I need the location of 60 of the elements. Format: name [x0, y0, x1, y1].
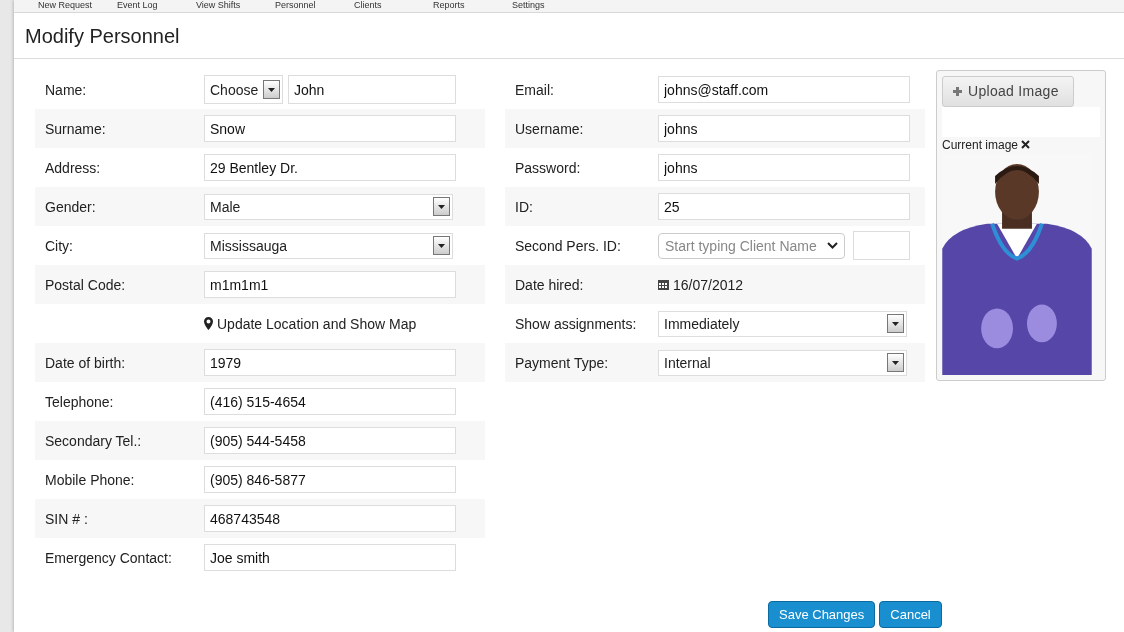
text-field[interactable]: John [288, 75, 456, 104]
text-field[interactable]: 468743548 [204, 505, 456, 532]
current-image-label: Current image [942, 137, 1019, 152]
map-link[interactable]: Update Location and Show Map [204, 315, 417, 332]
nav-link[interactable]: New Request [38, 0, 117, 12]
nav-link[interactable]: Reports [433, 0, 512, 12]
field-label: Gender: [45, 198, 97, 215]
chevron-down-icon[interactable] [827, 242, 838, 249]
text-field[interactable]: Snow [204, 115, 456, 142]
text-field[interactable]: m1m1m1 [204, 271, 456, 298]
nav-link[interactable]: Event Log [117, 0, 196, 12]
nav-link[interactable]: View Shifts [196, 0, 275, 12]
nav-link[interactable]: Personnel [275, 0, 354, 12]
nav-link[interactable]: Clients [354, 0, 433, 12]
text-field[interactable]: (905) 846-5877 [204, 466, 456, 493]
field-label: Password: [515, 159, 582, 176]
select-field[interactable]: Male [204, 193, 453, 220]
field-label: Address: [45, 159, 102, 176]
field-label: Postal Code: [45, 276, 127, 293]
field-label: Mobile Phone: [45, 471, 136, 488]
text-field[interactable] [853, 231, 910, 260]
field-label: Date hired: [515, 276, 585, 293]
text-field[interactable]: johns@staff.com [658, 76, 910, 103]
field-label: Second Pers. ID: [515, 237, 622, 254]
field-label: Surname: [45, 120, 107, 137]
field-label: Date of birth: [45, 354, 127, 371]
save-button[interactable]: Save Changes [768, 601, 876, 628]
text-field[interactable]: 29 Bentley Dr. [204, 154, 456, 181]
text-field[interactable]: Joe smith [204, 544, 456, 571]
field-label: Secondary Tel.: [45, 432, 143, 449]
upload-button[interactable]: Upload Image [942, 76, 1074, 107]
text-field[interactable]: johns [658, 154, 910, 181]
select-field[interactable]: Mississauga [204, 232, 453, 259]
map-pin-icon [204, 317, 213, 330]
plus-icon [953, 86, 962, 96]
field-label: Emergency Contact: [45, 549, 173, 566]
page-title: Modify Personnel [14, 13, 1124, 59]
cancel-button[interactable]: Cancel [879, 601, 942, 628]
field-label: Telephone: [45, 393, 115, 410]
close-icon[interactable] [1021, 140, 1031, 150]
title-select[interactable]: Choose [204, 75, 283, 104]
field-label: Email: [515, 81, 555, 98]
text-field[interactable]: 1979 [204, 349, 456, 376]
date-value: 16/07/2012 [673, 276, 744, 293]
select-field[interactable]: Immediately [658, 310, 907, 337]
field-label: Payment Type: [515, 354, 610, 371]
text-field[interactable]: johns [658, 115, 910, 142]
field-label: Name: [45, 81, 88, 98]
field-label: ID: [515, 198, 534, 215]
field-label: SIN # : [45, 510, 89, 527]
client-combo[interactable]: Start typing Client Name [658, 232, 845, 259]
field-label: City: [45, 237, 74, 254]
field-label: Show assignments: [515, 315, 638, 332]
field-label: Username: [515, 120, 585, 137]
calendar-icon [658, 279, 669, 290]
select-field[interactable]: Internal [658, 349, 907, 376]
text-field[interactable]: (905) 544-5458 [204, 427, 456, 454]
text-field[interactable]: 25 [658, 193, 910, 220]
nav-link[interactable]: Settings [512, 0, 591, 12]
text-field[interactable]: (416) 515-4654 [204, 388, 456, 415]
